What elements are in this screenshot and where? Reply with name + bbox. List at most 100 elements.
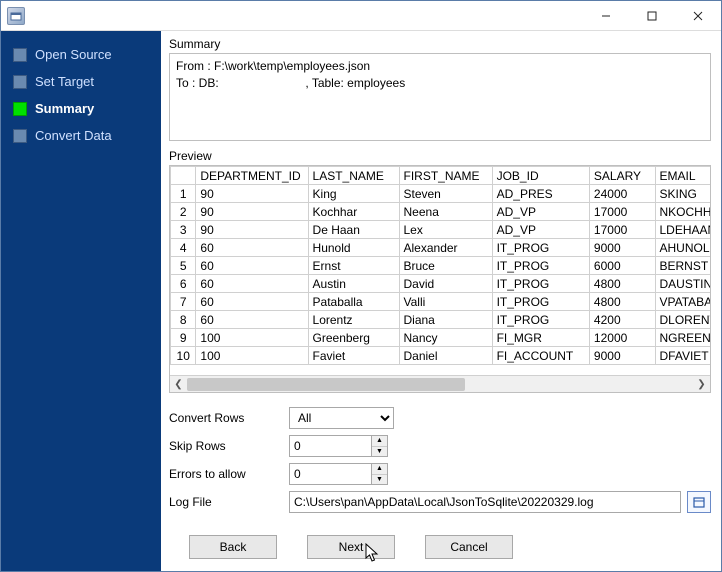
cell[interactable]: 4800 [589,275,655,293]
col-header[interactable]: SALARY [589,167,655,185]
next-button[interactable]: Next [307,535,395,559]
cell[interactable]: Neena [399,203,492,221]
cell[interactable]: IT_PROG [492,293,589,311]
horizontal-scrollbar[interactable]: ❮ ❯ [170,375,710,392]
table-row[interactable]: 760PataballaValliIT_PROG4800VPATABAL103 [171,293,711,311]
cell[interactable]: AD_VP [492,203,589,221]
cell[interactable]: AD_VP [492,221,589,239]
scroll-left-icon[interactable]: ❮ [170,376,187,393]
skip-rows-spinner[interactable]: ▲▼ [371,435,388,457]
col-header[interactable]: LAST_NAME [308,167,399,185]
step-convert-data[interactable]: Convert Data [7,122,155,149]
cell[interactable]: Lorentz [308,311,399,329]
spin-up-icon[interactable]: ▲ [372,464,387,475]
scroll-right-icon[interactable]: ❯ [693,376,710,393]
cell[interactable]: IT_PROG [492,257,589,275]
cell[interactable]: Diana [399,311,492,329]
cell[interactable]: Nancy [399,329,492,347]
step-set-target[interactable]: Set Target [7,68,155,95]
maximize-button[interactable] [629,1,675,30]
skip-rows-input[interactable] [289,435,371,457]
cell[interactable]: FI_ACCOUNT [492,347,589,365]
cell[interactable]: David [399,275,492,293]
cell[interactable]: Steven [399,185,492,203]
log-file-input[interactable] [289,491,681,513]
minimize-button[interactable] [583,1,629,30]
col-header[interactable]: FIRST_NAME [399,167,492,185]
cell[interactable]: IT_PROG [492,275,589,293]
cell[interactable]: 17000 [589,203,655,221]
browse-log-button[interactable] [687,491,711,513]
cell[interactable]: 60 [196,275,308,293]
cell[interactable]: Daniel [399,347,492,365]
cell[interactable]: BERNST [655,257,710,275]
cell[interactable]: 90 [196,221,308,239]
spin-down-icon[interactable]: ▼ [372,447,387,457]
cell[interactable]: De Haan [308,221,399,239]
cell[interactable]: 60 [196,239,308,257]
cell[interactable]: IT_PROG [492,239,589,257]
cell[interactable]: 4800 [589,293,655,311]
cancel-button[interactable]: Cancel [425,535,513,559]
cell[interactable]: NKOCHHAR [655,203,710,221]
cell[interactable]: 60 [196,311,308,329]
cell[interactable]: 100 [196,347,308,365]
cell[interactable]: 9000 [589,347,655,365]
cell[interactable]: DAUSTIN [655,275,710,293]
cell[interactable]: VPATABAL [655,293,710,311]
cell[interactable]: Lex [399,221,492,239]
table-row[interactable]: 860LorentzDianaIT_PROG4200DLORENTZ103 [171,311,711,329]
convert-rows-select[interactable]: All [289,407,394,429]
col-header[interactable]: JOB_ID [492,167,589,185]
cell[interactable]: 60 [196,293,308,311]
cell[interactable]: 9000 [589,239,655,257]
cell[interactable]: Kochhar [308,203,399,221]
cell[interactable]: DFAVIET [655,347,710,365]
cell[interactable]: 60 [196,257,308,275]
cell[interactable]: Alexander [399,239,492,257]
preview-grid[interactable]: DEPARTMENT_ID LAST_NAME FIRST_NAME JOB_I… [170,166,710,365]
table-row[interactable]: 190KingStevenAD_PRES24000SKING [171,185,711,203]
cell[interactable]: 6000 [589,257,655,275]
scroll-track[interactable] [187,376,693,393]
cell[interactable]: Faviet [308,347,399,365]
close-button[interactable] [675,1,721,30]
table-row[interactable]: 10100FavietDanielFI_ACCOUNT9000DFAVIET10… [171,347,711,365]
cell[interactable]: 4200 [589,311,655,329]
cell[interactable]: 24000 [589,185,655,203]
cell[interactable]: AD_PRES [492,185,589,203]
cell[interactable]: FI_MGR [492,329,589,347]
cell[interactable]: IT_PROG [492,311,589,329]
cell[interactable]: 12000 [589,329,655,347]
cell[interactable]: 100 [196,329,308,347]
cell[interactable]: Valli [399,293,492,311]
cell[interactable]: 90 [196,185,308,203]
cell[interactable]: DLORENTZ [655,311,710,329]
table-row[interactable]: 560ErnstBruceIT_PROG6000BERNST103 [171,257,711,275]
table-row[interactable]: 390De HaanLexAD_VP17000LDEHAAN100 [171,221,711,239]
table-row[interactable]: 290KochharNeenaAD_VP17000NKOCHHAR100 [171,203,711,221]
cell[interactable]: SKING [655,185,710,203]
cell[interactable]: NGREENBE [655,329,710,347]
cell[interactable]: Greenberg [308,329,399,347]
cell[interactable]: LDEHAAN [655,221,710,239]
cell[interactable]: Austin [308,275,399,293]
scroll-thumb[interactable] [187,378,465,391]
errors-allow-spinner[interactable]: ▲▼ [371,463,388,485]
col-header[interactable]: EMAIL [655,167,710,185]
step-summary[interactable]: Summary [7,95,155,122]
spin-down-icon[interactable]: ▼ [372,475,387,485]
back-button[interactable]: Back [189,535,277,559]
table-row[interactable]: 460HunoldAlexanderIT_PROG9000AHUNOLD102 [171,239,711,257]
cell[interactable]: Hunold [308,239,399,257]
step-open-source[interactable]: Open Source [7,41,155,68]
cell[interactable]: King [308,185,399,203]
spin-up-icon[interactable]: ▲ [372,436,387,447]
table-row[interactable]: 660AustinDavidIT_PROG4800DAUSTIN103 [171,275,711,293]
cell[interactable]: 90 [196,203,308,221]
errors-allow-input[interactable] [289,463,371,485]
cell[interactable]: Pataballa [308,293,399,311]
col-header[interactable]: DEPARTMENT_ID [196,167,308,185]
table-row[interactable]: 9100GreenbergNancyFI_MGR12000NGREENBE101 [171,329,711,347]
cell[interactable]: AHUNOLD [655,239,710,257]
